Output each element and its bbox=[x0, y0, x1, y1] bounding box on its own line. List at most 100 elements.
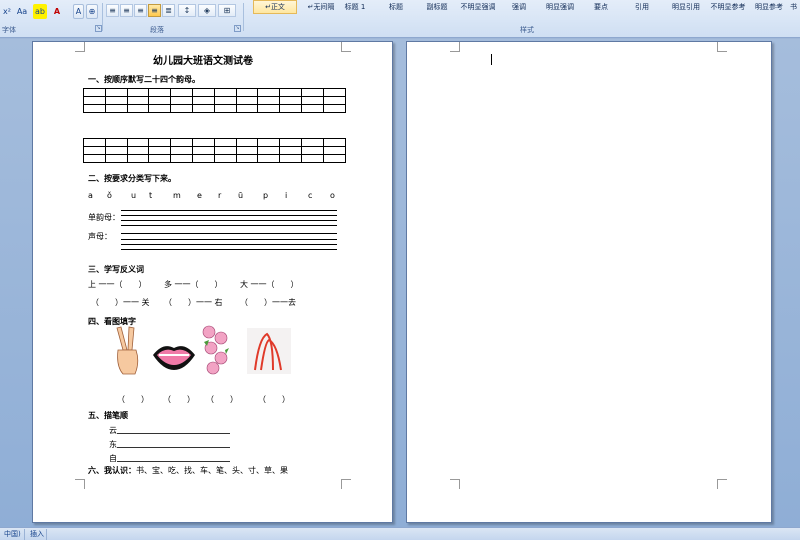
crop-mark bbox=[75, 42, 85, 52]
antonym-item: 多 一一（ ） bbox=[164, 280, 223, 289]
stroke-char: 自 bbox=[109, 454, 117, 463]
mountain-character-picture bbox=[247, 328, 291, 374]
superscript-button[interactable]: x² bbox=[1, 4, 13, 19]
style-emphasis[interactable]: 强调 bbox=[497, 0, 541, 14]
style-heading-1[interactable]: 标题 1 bbox=[333, 0, 377, 14]
answer-line bbox=[121, 233, 337, 234]
page-title: 幼儿园大班语文测试卷 bbox=[153, 56, 253, 67]
letter: a bbox=[88, 191, 93, 200]
style-intense-emphasis[interactable]: 明显强调 bbox=[538, 0, 582, 14]
line-spacing-icon: ↕ bbox=[183, 6, 191, 15]
shading-button[interactable]: ◈ bbox=[198, 4, 216, 17]
answer-line bbox=[121, 249, 337, 250]
borders-button[interactable]: ⊞ bbox=[218, 4, 236, 17]
writing-grid-1 bbox=[83, 88, 346, 113]
borders-icon: ⊞ bbox=[223, 6, 231, 15]
distributed-icon: ≣ bbox=[165, 6, 172, 15]
style-heading-2[interactable]: 标题 bbox=[374, 0, 418, 14]
crop-mark bbox=[450, 479, 460, 489]
status-separator bbox=[24, 529, 25, 540]
paint-bucket-icon: ◈ bbox=[203, 6, 211, 15]
distributed-button[interactable]: ≣ bbox=[162, 4, 175, 17]
single-final-label: 单韵母： bbox=[88, 213, 120, 222]
crop-mark bbox=[717, 479, 727, 489]
stroke-char: 云 bbox=[109, 426, 117, 435]
align-left-icon: ≡ bbox=[109, 6, 116, 15]
align-center-button[interactable]: ≡ bbox=[120, 4, 133, 17]
enclose-char-button[interactable]: ⊕ bbox=[86, 4, 98, 19]
insert-mode-indicator[interactable]: 插入 bbox=[26, 529, 48, 540]
justify-icon: ≡ bbox=[151, 6, 158, 15]
highlight-button[interactable]: ab bbox=[33, 4, 47, 19]
text-cursor bbox=[491, 54, 492, 65]
status-bar: 中国) 插入 bbox=[0, 527, 800, 540]
letter: u bbox=[131, 191, 137, 200]
style-subtle-reference[interactable]: 不明显参考 bbox=[706, 0, 750, 14]
section-2-heading: 二、按要求分类写下来。 bbox=[88, 174, 176, 183]
style-intense-reference[interactable]: 明显参考 bbox=[747, 0, 791, 14]
letter: p bbox=[263, 191, 269, 200]
answer-line bbox=[121, 210, 337, 211]
style-quote[interactable]: 引用 bbox=[620, 0, 664, 14]
document-page-1[interactable]: 幼儿园大班语文测试卷 一、按顺序默写二十四个韵母。 二、按要求分类写下来。 a … bbox=[32, 41, 393, 523]
style-subtitle[interactable]: 副标题 bbox=[415, 0, 459, 14]
paragraph-group-label: 段落 bbox=[150, 26, 164, 34]
picture-answer: （ ） bbox=[206, 395, 238, 404]
letter: ǒ bbox=[107, 191, 112, 200]
style-subtle-emphasis[interactable]: 不明显强调 bbox=[456, 0, 500, 14]
antonym-item: 上 一一（ ） bbox=[88, 280, 147, 289]
section-5-heading: 五、描笔顺 bbox=[88, 411, 128, 420]
letter: c bbox=[308, 191, 313, 200]
style-strong[interactable]: 要点 bbox=[579, 0, 623, 14]
initial-label: 声母： bbox=[88, 232, 112, 241]
crop-mark bbox=[450, 42, 460, 52]
paragraph-dialog-launcher[interactable]: ↘ bbox=[234, 25, 241, 32]
letter: ū bbox=[238, 191, 244, 200]
ribbon-separator bbox=[243, 3, 244, 31]
stroke-blank bbox=[117, 433, 230, 434]
language-indicator[interactable]: 中国) bbox=[0, 529, 25, 540]
stroke-char: 东 bbox=[109, 440, 117, 449]
document-workspace[interactable]: 幼儿园大班语文测试卷 一、按顺序默写二十四个韵母。 二、按要求分类写下来。 a … bbox=[0, 39, 800, 527]
crop-mark bbox=[75, 479, 85, 489]
letter: e bbox=[197, 191, 202, 200]
lips-picture bbox=[153, 346, 195, 370]
font-dialog-launcher[interactable]: ↘ bbox=[95, 25, 102, 32]
justify-button[interactable]: ≡ bbox=[148, 4, 161, 17]
letter: r bbox=[218, 191, 222, 200]
font-group-label: 字体 bbox=[2, 26, 16, 34]
align-center-icon: ≡ bbox=[123, 6, 130, 15]
answer-line bbox=[121, 225, 337, 226]
align-right-button[interactable]: ≡ bbox=[134, 4, 147, 17]
align-right-icon: ≡ bbox=[137, 6, 144, 15]
letter: t bbox=[149, 191, 153, 200]
section-6-heading: 六、我认识： bbox=[88, 466, 136, 475]
flowers-picture bbox=[202, 325, 229, 375]
style-intense-quote[interactable]: 明显引用 bbox=[664, 0, 708, 14]
section-6-line: 六、我认识：书、宝、吃、找、车、笔、头、寸、草、果 bbox=[88, 465, 288, 476]
answer-line bbox=[121, 220, 337, 221]
section-6-chars: 书、宝、吃、找、车、笔、头、寸、草、果 bbox=[136, 466, 288, 475]
status-separator bbox=[46, 529, 47, 540]
section-3-heading: 三、学写反义词 bbox=[88, 265, 144, 274]
style-normal[interactable]: ↵正文 bbox=[253, 0, 297, 14]
picture-answer: （ ） bbox=[117, 395, 149, 404]
document-page-2[interactable] bbox=[406, 41, 772, 523]
change-case-button[interactable]: Aa bbox=[14, 4, 30, 19]
picture-answer: （ ） bbox=[163, 395, 195, 404]
picture-answer: （ ） bbox=[258, 395, 290, 404]
char-shading-button[interactable]: A bbox=[73, 4, 84, 19]
align-left-button[interactable]: ≡ bbox=[106, 4, 119, 17]
line-spacing-button[interactable]: ↕ bbox=[178, 4, 196, 17]
font-color-button[interactable]: A bbox=[50, 4, 64, 19]
answer-line bbox=[121, 244, 337, 245]
antonym-item: 大 一一（ ） bbox=[240, 280, 299, 289]
styles-group-label: 样式 bbox=[520, 26, 534, 34]
style-book-title[interactable]: 书 bbox=[787, 0, 800, 14]
stroke-blank bbox=[117, 447, 230, 448]
answer-line bbox=[121, 215, 337, 216]
ribbon-separator bbox=[102, 3, 103, 31]
crop-mark bbox=[341, 42, 351, 52]
letter: i bbox=[285, 191, 288, 200]
ribbon: x² Aa ab A A ⊕ 字体 ↘ ≡ ≡ ≡ ≡ ≣ ↕ ◈ ⊞ 段落 ↘… bbox=[0, 0, 800, 38]
